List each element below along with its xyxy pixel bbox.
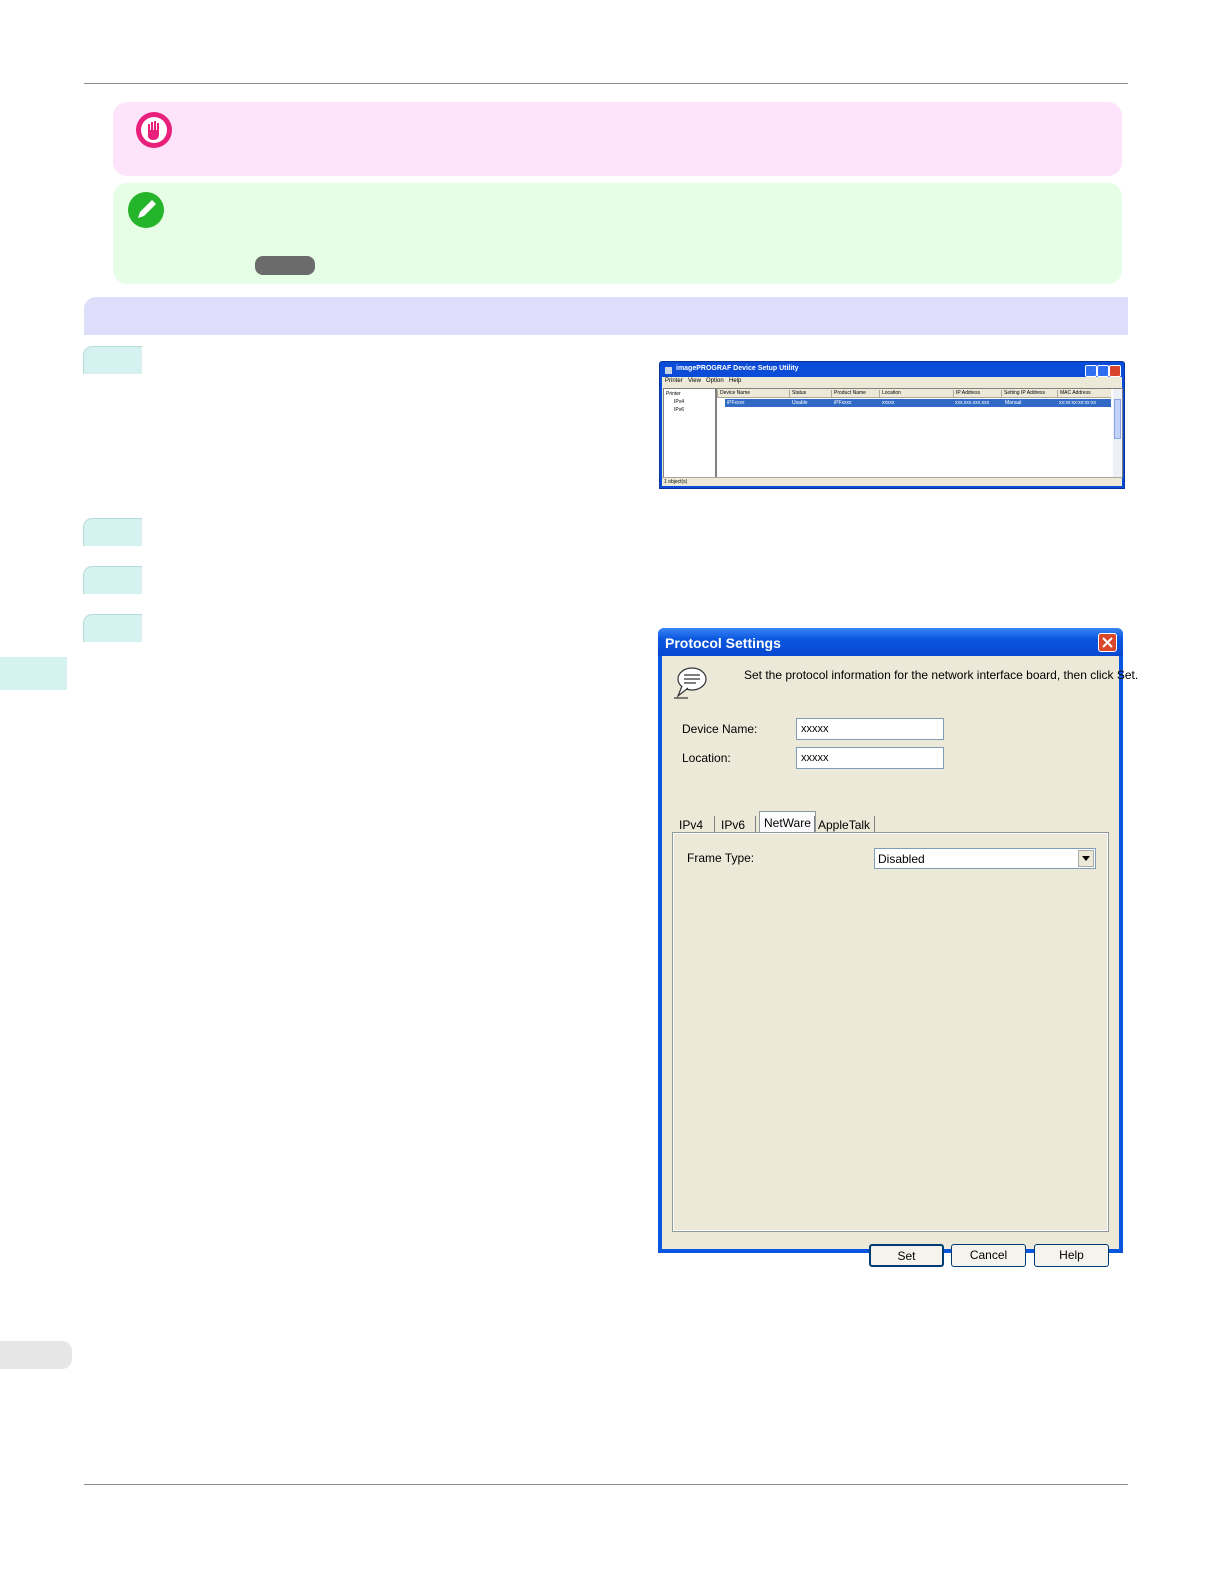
cell-status: Usable xyxy=(792,400,808,406)
frame-type-value: Disabled xyxy=(878,852,925,866)
close-icon[interactable] xyxy=(1098,633,1117,652)
footer-rule xyxy=(84,1484,1128,1485)
utility-titlebar: imagePROGRAF Device Setup Utility xyxy=(662,364,1122,377)
frame-type-select[interactable]: Disabled xyxy=(874,848,1096,869)
utility-menubar: Printer View Option Help xyxy=(662,377,1122,387)
chevron-down-icon[interactable] xyxy=(1078,850,1094,867)
step-marker-2 xyxy=(83,518,142,546)
chapter-side-tab xyxy=(0,657,67,690)
step-marker-3 xyxy=(83,566,142,594)
tree-item-ipv4[interactable]: IPv4 xyxy=(674,399,684,405)
utility-statusbar: 1 object(s) xyxy=(662,477,1122,487)
utility-title: imagePROGRAF Device Setup Utility xyxy=(676,365,799,372)
device-setup-utility-window: imagePROGRAF Device Setup Utility Printe… xyxy=(659,361,1125,489)
header-rule xyxy=(84,83,1128,84)
pencil-note-icon xyxy=(128,192,164,228)
key-label-pill xyxy=(255,256,315,275)
netware-tab-panel: Frame Type: Disabled xyxy=(672,832,1109,1232)
col-status[interactable]: Status xyxy=(789,390,806,397)
cell-device-name: iPFxxxx xyxy=(727,400,745,406)
location-label: Location: xyxy=(682,751,731,765)
col-mac-address[interactable]: MAC Address xyxy=(1057,390,1091,397)
col-location[interactable]: Location xyxy=(879,390,901,397)
tab-separator xyxy=(874,816,875,832)
dialog-title: Protocol Settings xyxy=(665,635,781,651)
step-marker-1 xyxy=(83,346,142,374)
tab-separator xyxy=(814,816,815,832)
device-name-field[interactable]: xxxxx xyxy=(796,718,944,740)
minimize-icon[interactable] xyxy=(1085,365,1097,377)
col-device-name[interactable]: Device Name xyxy=(717,390,750,397)
step-marker-4 xyxy=(83,614,142,642)
page-side-tab xyxy=(0,1341,72,1369)
close-icon[interactable] xyxy=(1109,365,1121,377)
tab-separator xyxy=(755,816,756,832)
status-text: 1 object(s) xyxy=(664,479,688,485)
tree-root-printer[interactable]: Printer xyxy=(666,391,681,397)
menu-printer[interactable]: Printer xyxy=(665,378,683,384)
important-note-box xyxy=(113,102,1122,176)
list-scrollbar[interactable] xyxy=(1113,389,1122,477)
cell-mac-address: xx:xx:xx:xx:xx:xx xyxy=(1059,400,1096,406)
cell-setting-ip-address: Manual xyxy=(1005,400,1022,406)
maximize-icon[interactable] xyxy=(1097,365,1109,377)
frame-type-label: Frame Type: xyxy=(687,851,755,865)
col-product-name[interactable]: Product Name xyxy=(831,390,866,397)
help-button[interactable]: Help xyxy=(1034,1244,1109,1267)
section-header xyxy=(84,297,1128,335)
tree-item-ipv6[interactable]: IPv6 xyxy=(674,407,684,413)
important-hand-icon xyxy=(136,112,172,148)
dialog-instructions: Set the protocol information for the net… xyxy=(744,668,1139,682)
table-row[interactable]: iPFxxxx Usable iPFxxxx xxxxx xxx.xxx.xxx… xyxy=(725,399,1111,407)
cell-location: xxxxx xyxy=(882,400,895,406)
dialog-body: Set the protocol information for the net… xyxy=(662,656,1138,1267)
cancel-button[interactable]: Cancel xyxy=(951,1244,1026,1267)
col-setting-ip-address[interactable]: Setting IP Address xyxy=(1001,390,1045,397)
device-list-header: Device Name Status Product Name Location… xyxy=(717,389,1111,398)
set-button[interactable]: Set xyxy=(869,1244,944,1267)
cell-ip-address: xxx.xxx.xxx.xxx xyxy=(955,400,990,406)
device-list: Device Name Status Product Name Location… xyxy=(716,388,1123,478)
device-name-label: Device Name: xyxy=(682,722,758,736)
app-icon xyxy=(665,367,672,374)
menu-option[interactable]: Option xyxy=(706,378,724,384)
col-ip-address[interactable]: IP Address xyxy=(953,390,980,397)
printer-tree: Printer IPv4 IPv6 xyxy=(663,388,716,478)
scrollbar-thumb[interactable] xyxy=(1114,399,1121,439)
tab-separator xyxy=(714,816,715,832)
menu-view[interactable]: View xyxy=(688,378,701,384)
tab-netware[interactable]: NetWare xyxy=(759,811,816,833)
location-field[interactable]: xxxxx xyxy=(796,747,944,769)
protocol-settings-dialog: Protocol Settings Set the protocol infor… xyxy=(658,628,1138,1267)
menu-help[interactable]: Help xyxy=(729,378,741,384)
dialog-titlebar: Protocol Settings xyxy=(658,628,1123,656)
cell-product-name: iPFxxxx xyxy=(834,400,852,406)
speech-bubble-icon xyxy=(672,666,708,705)
